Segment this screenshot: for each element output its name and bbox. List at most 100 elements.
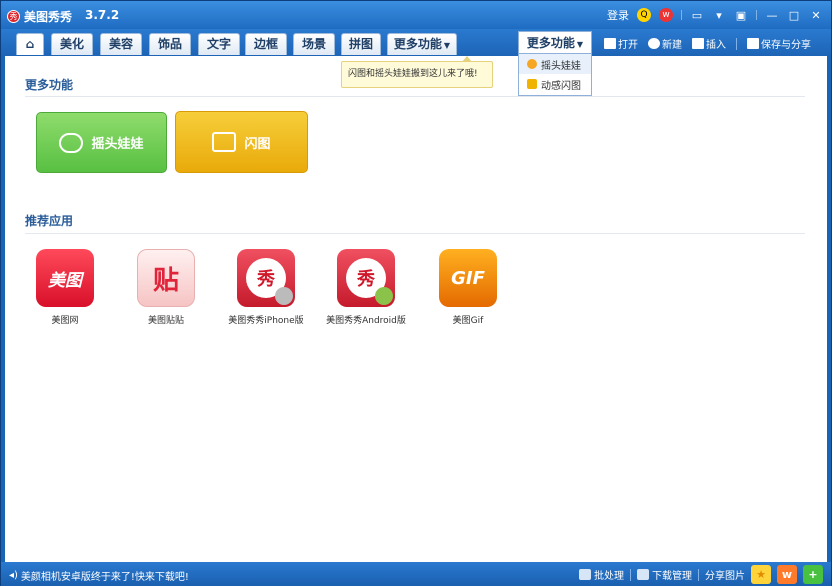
meitu-logo-text: 美图 <box>48 270 82 291</box>
feedback-icon[interactable]: ▾ <box>712 8 726 22</box>
app-version: 3.7.2 <box>85 8 120 22</box>
batch-button[interactable]: 批处理 <box>579 567 624 582</box>
new-button[interactable]: 新建 <box>648 36 682 51</box>
save-share-button[interactable]: 保存与分享 <box>747 36 811 51</box>
announcement-link[interactable]: ◂) 美颜相机安卓版终于来了!快来下载吧! <box>9 568 189 583</box>
doll-face-icon <box>59 132 84 153</box>
more-functions-heading: 更多功能 <box>25 78 74 92</box>
app-label: 美图秀秀iPhone版 <box>228 316 304 326</box>
app-meitu-android[interactable]: 秀 美图秀秀Android版 <box>311 249 421 326</box>
more-functions-menu: 摇头娃娃 动感闪图 <box>518 53 592 96</box>
xiuxiu-iphone-icon: 秀 <box>237 249 295 307</box>
plus-circle-icon <box>648 38 660 49</box>
home-icon: ⌂ <box>25 37 35 51</box>
tab-face[interactable]: 美容 <box>100 33 142 55</box>
main-content: 更多功能 摇头娃娃 闪图 推荐应用 美图 美图网 贴 美图贴贴 秀 美图秀秀iP… <box>5 56 827 562</box>
announcement-text: 美颜相机安卓版终于来了!快来下载吧! <box>20 572 189 583</box>
tab-scene[interactable]: 场景 <box>293 33 335 55</box>
open-button[interactable]: 打开 <box>604 36 638 51</box>
maximize-icon[interactable]: □ <box>787 8 801 22</box>
flash-image-label: 闪图 <box>244 136 271 152</box>
save-icon <box>747 38 759 49</box>
download-label: 下载管理 <box>652 571 692 582</box>
status-bar: ◂) 美颜相机安卓版终于来了!快来下载吧! 批处理 下载管理 分享图片 ★ w … <box>1 562 831 586</box>
xiuxiu-android-icon: 秀 <box>337 249 395 307</box>
app-label: 美图秀秀Android版 <box>326 316 406 326</box>
new-label: 新建 <box>662 40 682 51</box>
folder-icon <box>604 38 616 49</box>
bobblehead-label: 摇头娃娃 <box>91 137 144 152</box>
gif-icon: GIF <box>439 249 497 307</box>
app-meitu-iphone[interactable]: 秀 美图秀秀iPhone版 <box>211 249 321 326</box>
divider <box>630 568 631 581</box>
gif-logo-text: GIF <box>451 267 485 289</box>
weibo-icon[interactable]: w <box>777 565 797 584</box>
more-functions-label: 更多功能 <box>526 36 575 50</box>
menu-item-flash-image[interactable]: 动感闪图 <box>519 74 591 94</box>
tab-frame[interactable]: 边框 <box>245 33 287 55</box>
insert-button[interactable]: 插入 <box>692 36 726 51</box>
close-icon[interactable]: ✕ <box>809 8 823 22</box>
android-icon <box>375 287 393 305</box>
batch-icon <box>579 569 591 580</box>
apple-icon <box>275 287 293 305</box>
divider <box>736 37 737 50</box>
toolbar: 打开 新建 插入 保存与分享 <box>604 36 811 51</box>
login-link[interactable]: 登录 <box>607 7 629 23</box>
divider <box>25 233 805 234</box>
plus-icon[interactable]: + <box>803 565 823 584</box>
picture-frame-icon <box>212 132 237 152</box>
divider <box>681 10 682 20</box>
insert-label: 插入 <box>706 40 726 51</box>
tab-accessories[interactable]: 饰品 <box>149 33 191 55</box>
app-label: 美图网 <box>51 316 79 326</box>
skin-icon[interactable]: ▭ <box>690 8 704 22</box>
open-label: 打开 <box>618 40 638 51</box>
tab-text[interactable]: 文字 <box>198 33 240 55</box>
hint-tooltip: 闪图和摇头娃娃搬到这儿来了哦! <box>341 56 493 88</box>
chevron-down-icon: ▼ <box>576 40 584 49</box>
app-label: 美图贴贴 <box>147 316 184 326</box>
batch-label: 批处理 <box>594 571 624 582</box>
app-meitu-tietie[interactable]: 贴 美图贴贴 <box>111 249 221 326</box>
tab-more[interactable]: 更多功能 ▼ <box>387 33 457 55</box>
menu-item-bobblehead[interactable]: 摇头娃娃 <box>519 54 591 74</box>
tietie-icon: 贴 <box>137 249 195 307</box>
tietie-logo-text: 贴 <box>152 265 179 296</box>
tab-home[interactable]: ⌂ <box>16 33 44 55</box>
save-share-label: 保存与分享 <box>761 40 811 51</box>
divider <box>698 568 699 581</box>
meitu-icon: 美图 <box>36 249 94 307</box>
title-bar: 秀 美图秀秀 3.7.2 登录 Q w ▭ ▾ ▣ — □ ✕ <box>1 1 831 29</box>
chevron-down-icon: ▼ <box>443 41 451 50</box>
tab-bar: ⌂ 美化 美容 饰品 文字 边框 场景 拼图 更多功能 ▼ 更多功能 ▼ 打开 新建… <box>1 29 831 56</box>
weibo-icon[interactable]: w <box>659 8 673 22</box>
divider <box>756 10 757 20</box>
doll-icon <box>527 59 537 69</box>
app-meitu-gif[interactable]: GIF 美图Gif <box>413 249 523 326</box>
speaker-icon: ◂) <box>9 570 18 581</box>
bobblehead-button[interactable]: 摇头娃娃 <box>36 112 167 173</box>
star-icon[interactable]: ★ <box>751 565 771 584</box>
menu-item-label: 摇头娃娃 <box>541 60 581 72</box>
tab-more-label: 更多功能 <box>393 37 442 51</box>
minimize-icon[interactable]: — <box>765 8 779 22</box>
mini-mode-icon[interactable]: ▣ <box>734 8 748 22</box>
insert-icon <box>692 38 704 49</box>
flash-image-icon <box>527 79 537 89</box>
share-label: 分享图片 <box>705 571 745 582</box>
divider <box>25 96 805 97</box>
app-label: 美图Gif <box>452 316 484 326</box>
share-image-button[interactable]: 分享图片 <box>705 567 745 582</box>
tab-collage[interactable]: 拼图 <box>341 33 381 55</box>
app-meitu-web[interactable]: 美图 美图网 <box>10 249 120 326</box>
qq-icon[interactable]: Q <box>637 8 651 22</box>
title-bar-controls: 登录 Q w ▭ ▾ ▣ — □ ✕ <box>607 7 823 23</box>
download-manager-button[interactable]: 下载管理 <box>637 567 692 582</box>
tab-beautify[interactable]: 美化 <box>51 33 93 55</box>
app-logo-icon: 秀 <box>7 10 20 23</box>
flash-image-button[interactable]: 闪图 <box>175 111 308 173</box>
recommended-apps-heading: 推荐应用 <box>25 214 74 228</box>
app-title: 美图秀秀 <box>24 10 73 24</box>
menu-item-label: 动感闪图 <box>541 80 581 92</box>
